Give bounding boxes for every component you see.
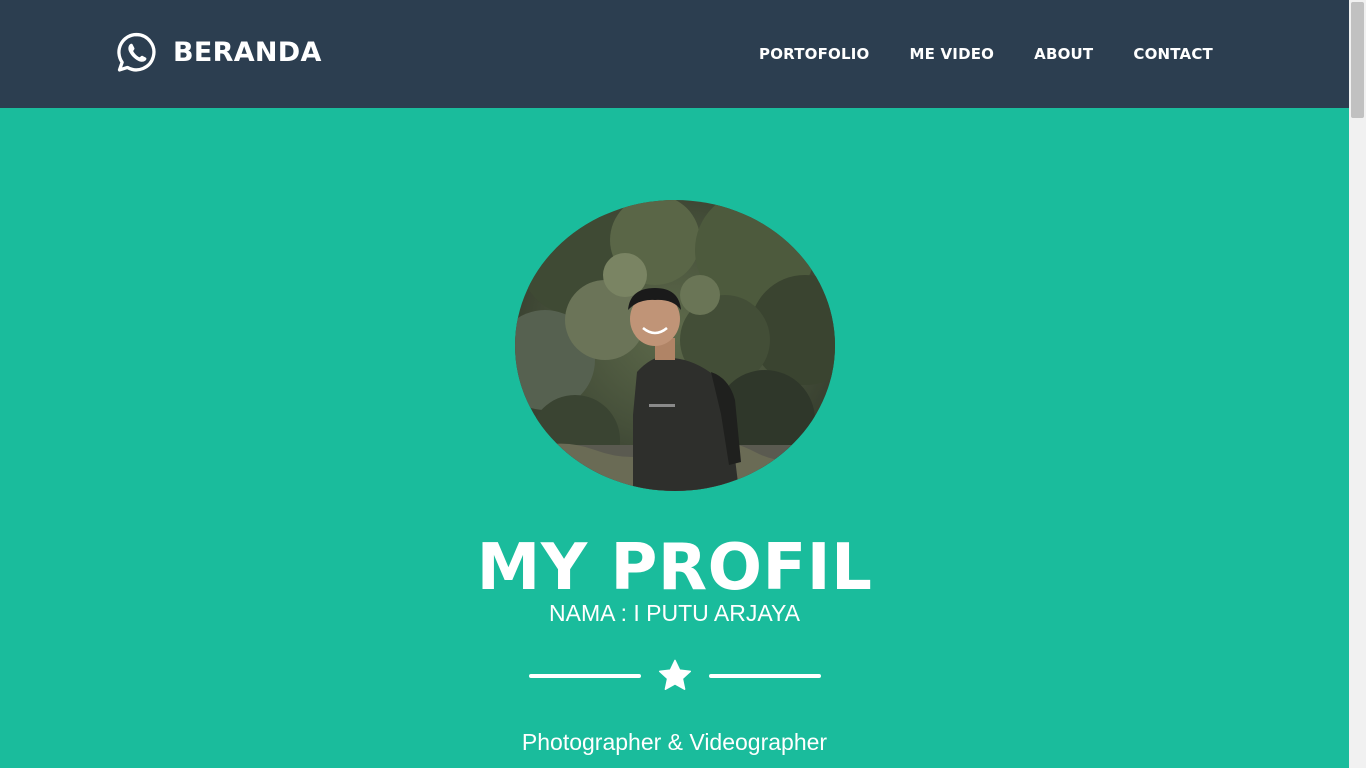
profile-subtitle: Photographer & Videographer <box>521 729 828 755</box>
divider-line-left <box>529 674 641 678</box>
brand-label: BERANDA <box>173 36 322 68</box>
page-title: MY PROFIL <box>476 531 873 605</box>
nav-link-me-video[interactable]: ME VIDEO <box>910 45 995 63</box>
profile-avatar <box>515 200 835 491</box>
star-icon <box>658 659 692 690</box>
whatsapp-icon <box>117 32 156 72</box>
page: BERANDA PORTOFOLIO ME VIDEO ABOUT CONTAC… <box>0 0 1366 768</box>
navbar: BERANDA PORTOFOLIO ME VIDEO ABOUT CONTAC… <box>0 0 1349 108</box>
scrollbar-thumb[interactable] <box>1351 2 1364 118</box>
divider-line-right <box>709 674 821 678</box>
nav-link-contact[interactable]: CONTACT <box>1133 45 1213 63</box>
vertical-scrollbar[interactable] <box>1349 0 1366 768</box>
brand-link[interactable]: BERANDA <box>116 31 322 73</box>
nav-link-about[interactable]: ABOUT <box>1034 45 1093 63</box>
nav-link-portofolio[interactable]: PORTOFOLIO <box>759 45 870 63</box>
profile-photo <box>515 200 835 491</box>
profile-name: NAMA : I PUTU ARJAYA <box>549 600 800 626</box>
star-divider <box>529 656 821 696</box>
nav-links: PORTOFOLIO ME VIDEO ABOUT CONTACT <box>759 0 1213 108</box>
